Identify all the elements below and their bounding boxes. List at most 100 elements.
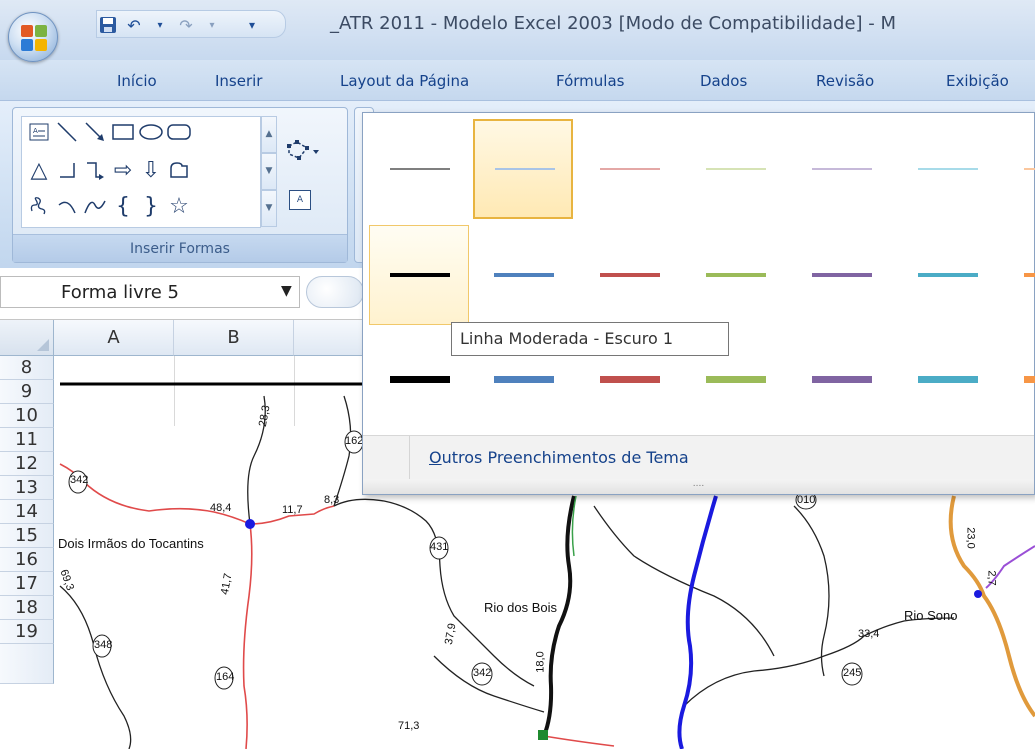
undo-dropdown-icon[interactable]: ▾	[150, 15, 170, 35]
tab-inserir[interactable]: Inserir	[215, 72, 262, 90]
line-style-swatch[interactable]	[1003, 329, 1035, 429]
customize-qat-icon[interactable]: ▾	[242, 15, 262, 35]
office-button[interactable]	[8, 12, 58, 62]
line-style-swatch[interactable]	[685, 119, 785, 219]
oval-shape-icon[interactable]	[138, 119, 164, 145]
line-style-swatch[interactable]	[1003, 119, 1035, 219]
arrow-line-shape-icon[interactable]	[82, 119, 108, 145]
tab-layout-da-pagina[interactable]: Layout da Página	[340, 72, 469, 90]
line-style-preview	[918, 273, 978, 277]
curve-shape-icon[interactable]	[82, 193, 108, 219]
row-header-14[interactable]: 14	[0, 500, 54, 524]
line-style-swatch[interactable]	[473, 119, 573, 219]
line-style-swatch[interactable]	[369, 119, 469, 219]
name-box[interactable]: Forma livre 5 ▼	[0, 276, 300, 308]
place-label: Dois Irmãos do Tocantins	[58, 536, 204, 551]
elbow-connector-shape-icon[interactable]	[54, 157, 80, 183]
distance-label: 11,7	[282, 504, 303, 516]
gallery-scroll-down-icon[interactable]: ▼	[261, 153, 277, 190]
line-style-swatch[interactable]	[473, 225, 573, 325]
rectangle-shape-icon[interactable]	[110, 119, 136, 145]
select-all-corner[interactable]	[0, 320, 54, 356]
line-style-swatch[interactable]	[685, 225, 785, 325]
row-header-16[interactable]: 16	[0, 548, 54, 572]
arc-shape-icon[interactable]	[54, 193, 80, 219]
line-style-preview	[600, 375, 660, 383]
distance-label: 48,4	[210, 502, 232, 514]
more-theme-fills-item[interactable]: Outros Preenchimentos de Tema	[363, 435, 1034, 480]
line-style-preview	[812, 273, 872, 277]
line-style-swatch[interactable]	[791, 119, 891, 219]
undo-icon[interactable]: ↶	[124, 15, 144, 35]
redo-dropdown-icon[interactable]: ▾	[202, 15, 222, 35]
line-style-swatch[interactable]	[579, 225, 679, 325]
line-style-preview	[812, 168, 872, 170]
right-brace-shape-icon[interactable]: }	[138, 193, 164, 219]
line-style-swatch[interactable]	[1003, 225, 1035, 325]
row-header-18[interactable]: 18	[0, 596, 54, 620]
draw-textbox-icon[interactable]: A	[289, 190, 311, 210]
shapes-gallery: A △ ⇨ ⇩ {} ☆	[21, 116, 261, 228]
line-style-preview	[812, 375, 872, 383]
line-style-swatch[interactable]	[579, 119, 679, 219]
elbow-arrow-connector-shape-icon[interactable]	[82, 157, 108, 183]
line-style-swatch[interactable]	[897, 225, 997, 325]
line-style-swatch[interactable]	[791, 225, 891, 325]
row-header-15[interactable]: 15	[0, 524, 54, 548]
edit-shape-icon[interactable]	[285, 138, 323, 172]
row-header-13[interactable]: 13	[0, 476, 54, 500]
distance-label: 33,4	[858, 628, 880, 640]
row-header-20[interactable]	[0, 644, 54, 684]
line-style-preview	[706, 375, 766, 383]
row-header-17[interactable]: 17	[0, 572, 54, 596]
column-header-a[interactable]: A	[54, 320, 174, 356]
road-number: 010	[797, 494, 816, 506]
line-style-preview	[918, 168, 978, 170]
rounded-rectangle-shape-icon[interactable]	[166, 119, 192, 145]
name-box-dropdown-icon[interactable]: ▼	[281, 283, 292, 299]
save-icon[interactable]	[98, 15, 118, 35]
star-shape-icon[interactable]: ☆	[166, 193, 192, 219]
line-style-preview	[706, 273, 766, 277]
line-style-preview	[600, 168, 660, 170]
row-header-10[interactable]: 10	[0, 404, 54, 428]
redo-icon[interactable]: ↷	[176, 15, 196, 35]
tab-formulas[interactable]: Fórmulas	[556, 72, 624, 90]
formula-expand-button[interactable]	[306, 276, 364, 308]
distance-label: 71,3	[398, 720, 420, 732]
line-style-swatch[interactable]	[369, 225, 469, 325]
line-style-swatch[interactable]	[791, 329, 891, 429]
distance-label: 18,0	[534, 651, 547, 673]
tab-inicio[interactable]: Início	[117, 72, 157, 90]
tab-exibicao[interactable]: Exibição	[946, 72, 1009, 90]
down-arrow-shape-icon[interactable]: ⇩	[138, 157, 164, 183]
line-style-preview	[1024, 273, 1035, 277]
row-header-8[interactable]: 8	[0, 356, 54, 380]
resize-grip[interactable]: ....	[363, 479, 1034, 494]
row-header-9[interactable]: 9	[0, 380, 54, 404]
line-style-swatch[interactable]	[897, 119, 997, 219]
row-header-12[interactable]: 12	[0, 452, 54, 476]
road-number: 431	[430, 541, 449, 553]
flowchart-shape-icon[interactable]	[166, 157, 192, 183]
triangle-shape-icon[interactable]: △	[26, 157, 52, 183]
gallery-scroll-up-icon[interactable]: ▲	[261, 116, 277, 153]
left-brace-shape-icon[interactable]: {	[110, 193, 136, 219]
window-title: _ATR 2011 - Modelo Excel 2003 [Modo de C…	[330, 13, 897, 34]
right-arrow-shape-icon[interactable]: ⇨	[110, 157, 136, 183]
line-style-preview	[1024, 375, 1035, 383]
road-number: 348	[94, 639, 113, 651]
gallery-more-icon[interactable]: ▼	[261, 190, 277, 227]
road-number: 342	[473, 667, 492, 679]
line-style-swatch[interactable]	[897, 329, 997, 429]
scribble-shape-icon[interactable]	[26, 193, 52, 219]
title-bar: ↶ ▾ ↷ ▾ ▾ _ATR 2011 - Modelo Excel 2003 …	[0, 0, 1035, 62]
line-shape-icon[interactable]	[54, 119, 80, 145]
road-number: 162	[345, 435, 364, 447]
tab-dados[interactable]: Dados	[700, 72, 747, 90]
tab-revisao[interactable]: Revisão	[816, 72, 874, 90]
row-header-19[interactable]: 19	[0, 620, 54, 644]
row-header-11[interactable]: 11	[0, 428, 54, 452]
column-header-b[interactable]: B	[174, 320, 294, 356]
textbox-shape-icon[interactable]: A	[26, 119, 52, 145]
